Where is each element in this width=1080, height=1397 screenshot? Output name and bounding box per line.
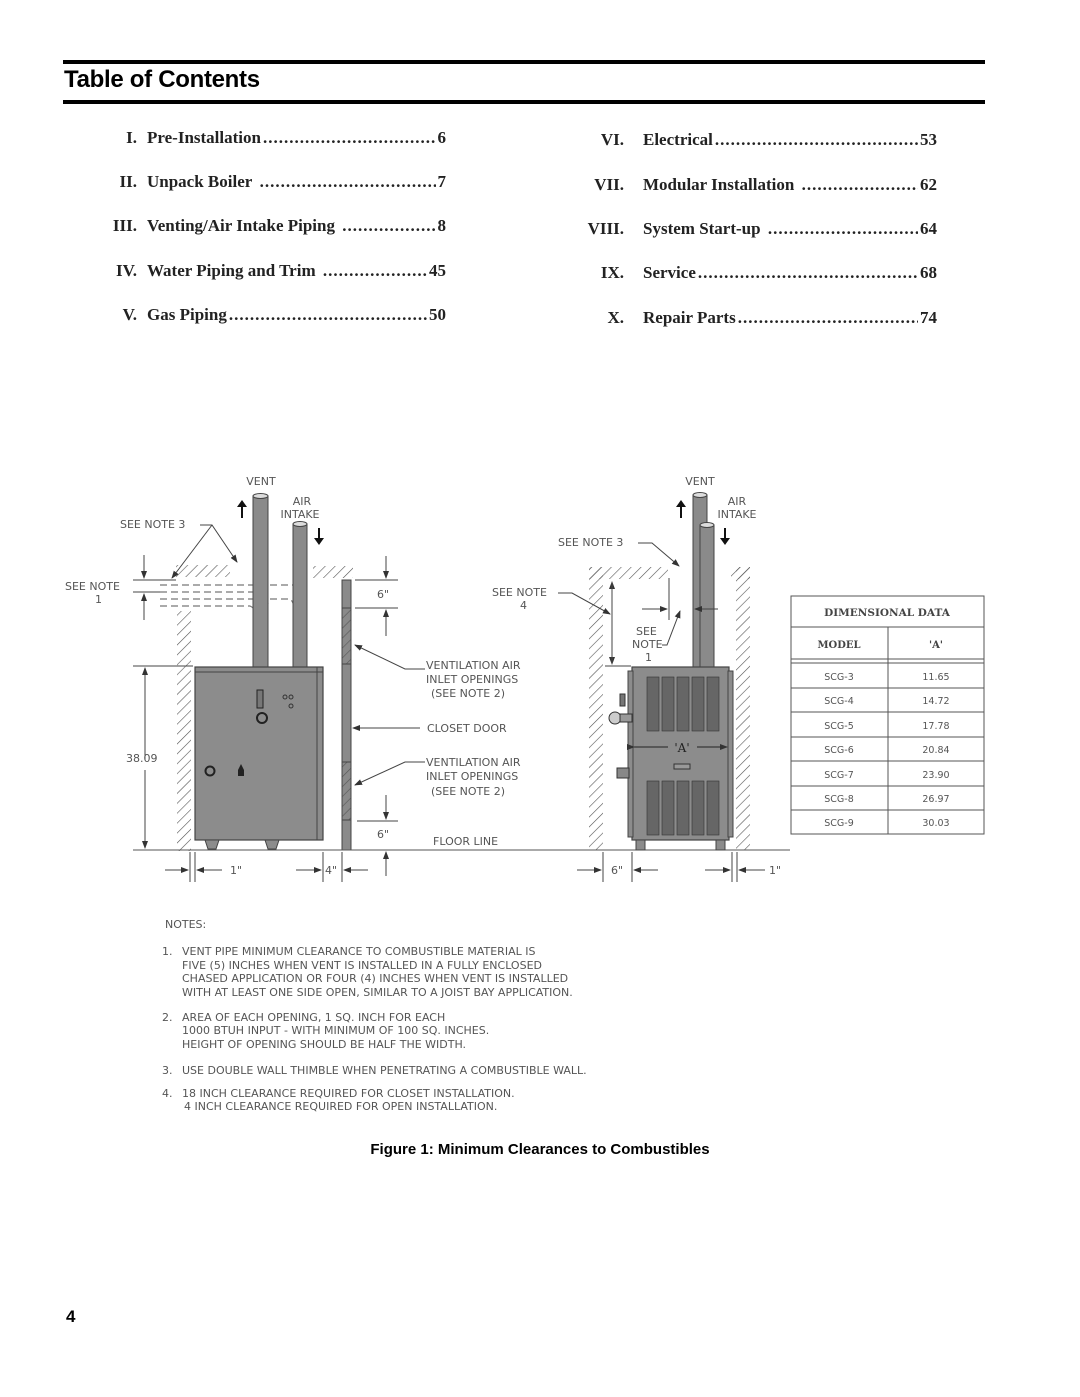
table-cell-a: 26.97 bbox=[922, 794, 949, 805]
note-line: WITH AT LEAST ONE SIDE OPEN, SIMILAR TO … bbox=[182, 986, 573, 999]
notes-heading: NOTES: bbox=[165, 918, 206, 931]
ceiling-hatch-right bbox=[313, 566, 353, 578]
page-number: 4 bbox=[66, 1307, 76, 1326]
note-number: 3. bbox=[162, 1064, 173, 1077]
upper-louvers bbox=[646, 676, 720, 732]
note-line: 18 INCH CLEARANCE REQUIRED FOR CLOSET IN… bbox=[182, 1087, 515, 1100]
label-floor-line: FLOOR LINE bbox=[433, 835, 498, 848]
note-line: 1000 BTUH INPUT - WITH MINIMUM OF 100 SQ… bbox=[182, 1024, 489, 1037]
intake-down-arrow-icon bbox=[314, 528, 324, 545]
label-air: AIR bbox=[728, 495, 747, 508]
table-cell-model: SCG-5 bbox=[824, 721, 854, 732]
label-intake: INTAKE bbox=[280, 508, 319, 521]
label-dim-top-6in: 6" bbox=[377, 588, 389, 601]
label-air: AIR bbox=[293, 495, 312, 508]
note-line: 4 INCH CLEARANCE REQUIRED FOR OPEN INSTA… bbox=[184, 1100, 497, 1113]
note-line: VENT PIPE MINIMUM CLEARANCE TO COMBUSTIB… bbox=[182, 945, 535, 958]
label-see-note-3: SEE NOTE 3 bbox=[558, 536, 623, 549]
label-see-note-1a: SEE bbox=[636, 625, 657, 638]
label-see-note-1c: 1 bbox=[645, 651, 652, 664]
table-cell-a: 30.03 bbox=[922, 818, 949, 829]
label-see-note-4-num: 4 bbox=[520, 599, 527, 612]
table-cell-model: SCG-6 bbox=[824, 745, 854, 756]
label-vent-air-1c: (SEE NOTE 2) bbox=[431, 687, 505, 700]
label-dim-bottom-6in: 6" bbox=[377, 828, 389, 841]
label-vent-air-1b: INLET OPENINGS bbox=[426, 673, 518, 686]
table-header-model: MODEL bbox=[817, 640, 860, 651]
table-cell-model: SCG-8 bbox=[824, 794, 854, 805]
table-cell-model: SCG-9 bbox=[824, 818, 854, 829]
label-see-note-1: SEE NOTE bbox=[65, 580, 120, 593]
label-see-note-1-num: 1 bbox=[95, 593, 102, 606]
label-vent: VENT bbox=[685, 475, 715, 488]
label-dim-1in: 1" bbox=[230, 864, 242, 877]
back-wall-hatch bbox=[177, 611, 191, 851]
note-number: 4. bbox=[162, 1087, 173, 1100]
right-wall-hatch bbox=[736, 567, 750, 850]
label-vent-air-1a: VENTILATION AIR bbox=[426, 659, 521, 672]
note-line: AREA OF EACH OPENING, 1 SQ. INCH FOR EAC… bbox=[182, 1011, 445, 1024]
figure-caption: Figure 1: Minimum Clearances to Combusti… bbox=[370, 1141, 710, 1158]
figure-notes: NOTES: 1. VENT PIPE MINIMUM CLEARANCE TO… bbox=[162, 918, 587, 1113]
air-intake-pipe bbox=[699, 524, 715, 669]
label-see-note-1b: NOTE bbox=[632, 638, 663, 651]
note-line: CHASED APPLICATION OR FOUR (4) INCHES WH… bbox=[182, 972, 568, 985]
label-see-note-4: SEE NOTE bbox=[492, 586, 547, 599]
ceiling-hatch-left bbox=[176, 565, 230, 577]
label-see-note-3: SEE NOTE 3 bbox=[120, 518, 185, 531]
label-vent: VENT bbox=[246, 475, 276, 488]
note-line: FIVE (5) INCHES WHEN VENT IS INSTALLED I… bbox=[182, 959, 542, 972]
air-intake-pipe bbox=[292, 523, 308, 669]
note-line: USE DOUBLE WALL THIMBLE WHEN PENETRATING… bbox=[182, 1064, 587, 1077]
vent-opening-upper bbox=[341, 607, 352, 665]
dashed-vent-path bbox=[160, 584, 308, 615]
note-line: HEIGHT OF OPENING SHOULD BE HALF THE WID… bbox=[182, 1038, 466, 1051]
label-height-38-09: 38.09 bbox=[126, 752, 158, 765]
label-closet-door: CLOSET DOOR bbox=[427, 722, 507, 735]
label-vent-air-2b: INLET OPENINGS bbox=[426, 770, 518, 783]
label-vent-air-2a: VENTILATION AIR bbox=[426, 756, 521, 769]
front-view: VENT AIR INTAKE SEE NOTE 3 SEE NOTE 4 SE… bbox=[492, 475, 781, 882]
label-dim-a: 'A' bbox=[674, 741, 689, 755]
note-number: 1. bbox=[162, 945, 173, 958]
table-header-a: 'A' bbox=[929, 640, 943, 651]
label-vent-air-2c: (SEE NOTE 2) bbox=[431, 785, 505, 798]
dimensional-data-table bbox=[790, 595, 985, 835]
table-cell-model: SCG-7 bbox=[824, 770, 854, 781]
table-cell-model: SCG-4 bbox=[824, 696, 854, 707]
table-cell-a: 17.78 bbox=[922, 721, 949, 732]
label-dim-6in: 6" bbox=[611, 864, 623, 877]
vent-pipe bbox=[252, 495, 269, 669]
table-cell-a: 14.72 bbox=[922, 696, 949, 707]
note-number: 2. bbox=[162, 1011, 173, 1024]
table-cell-a: 20.84 bbox=[922, 745, 949, 756]
clearance-figure: VENT AIR INTAKE SEE NOTE 3 SEE NOTE 1 6" bbox=[65, 475, 985, 1113]
table-title: DIMENSIONAL DATA bbox=[824, 607, 951, 619]
vent-up-arrow-icon bbox=[676, 500, 686, 518]
label-dim-4in: 4" bbox=[325, 864, 337, 877]
vent-opening-lower bbox=[341, 761, 352, 821]
lower-louvers bbox=[646, 780, 720, 836]
table-cell-a: 11.65 bbox=[922, 672, 949, 683]
table-cell-a: 23.90 bbox=[922, 770, 949, 781]
label-dim-1in: 1" bbox=[769, 864, 781, 877]
label-intake: INTAKE bbox=[717, 508, 756, 521]
table-cell-model: SCG-3 bbox=[824, 672, 854, 683]
intake-down-arrow-icon bbox=[720, 528, 730, 545]
vent-up-arrow-icon bbox=[237, 500, 247, 518]
